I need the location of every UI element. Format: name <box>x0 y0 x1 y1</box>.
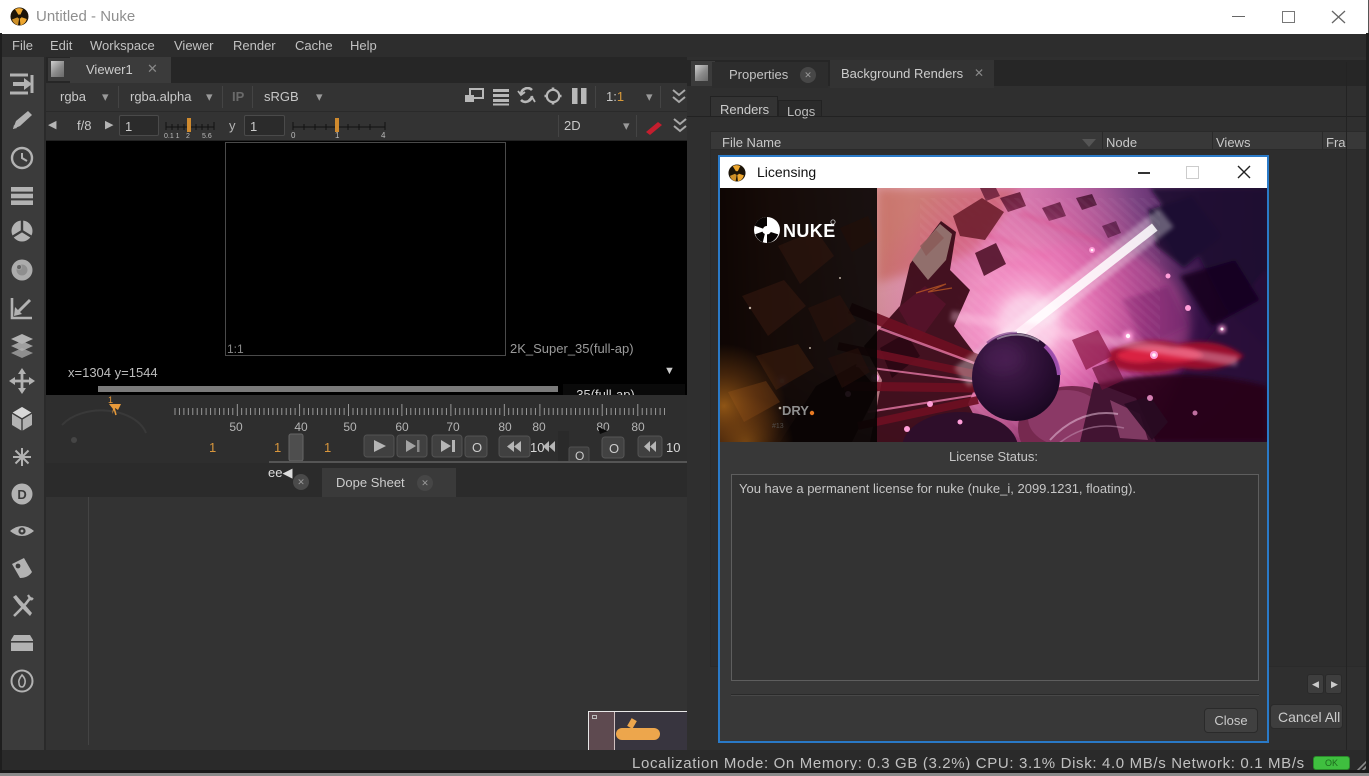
svg-text:10: 10 <box>666 440 680 455</box>
svg-text:5.6: 5.6 <box>202 133 212 139</box>
svg-text:2: 2 <box>186 133 190 139</box>
svg-text:80: 80 <box>532 420 546 434</box>
svg-text:NUKE: NUKE <box>783 221 836 241</box>
svg-text:0: 0 <box>291 131 296 139</box>
svg-text:1: 1 <box>335 131 340 139</box>
svg-text:1: 1 <box>324 440 331 455</box>
svg-text:DRY: DRY <box>782 403 809 418</box>
svg-text:80: 80 <box>631 420 645 434</box>
svg-text:10: 10 <box>530 440 544 455</box>
svg-text:O: O <box>575 449 584 463</box>
svg-text:D: D <box>17 487 26 502</box>
svg-text:#13: #13 <box>772 423 784 430</box>
svg-text:40: 40 <box>294 420 308 434</box>
svg-text:O: O <box>472 440 482 455</box>
svg-text:1: 1 <box>108 395 113 405</box>
svg-text:50: 50 <box>229 420 243 434</box>
svg-text:1: 1 <box>274 440 281 455</box>
svg-text:70: 70 <box>446 420 460 434</box>
svg-text:80: 80 <box>498 420 512 434</box>
svg-text:O: O <box>609 441 619 456</box>
svg-text:50: 50 <box>343 420 357 434</box>
svg-text:4: 4 <box>381 131 386 139</box>
svg-text:0.1 1: 0.1 1 <box>164 133 180 139</box>
svg-text:1: 1 <box>209 440 216 455</box>
svg-text:60: 60 <box>395 420 409 434</box>
